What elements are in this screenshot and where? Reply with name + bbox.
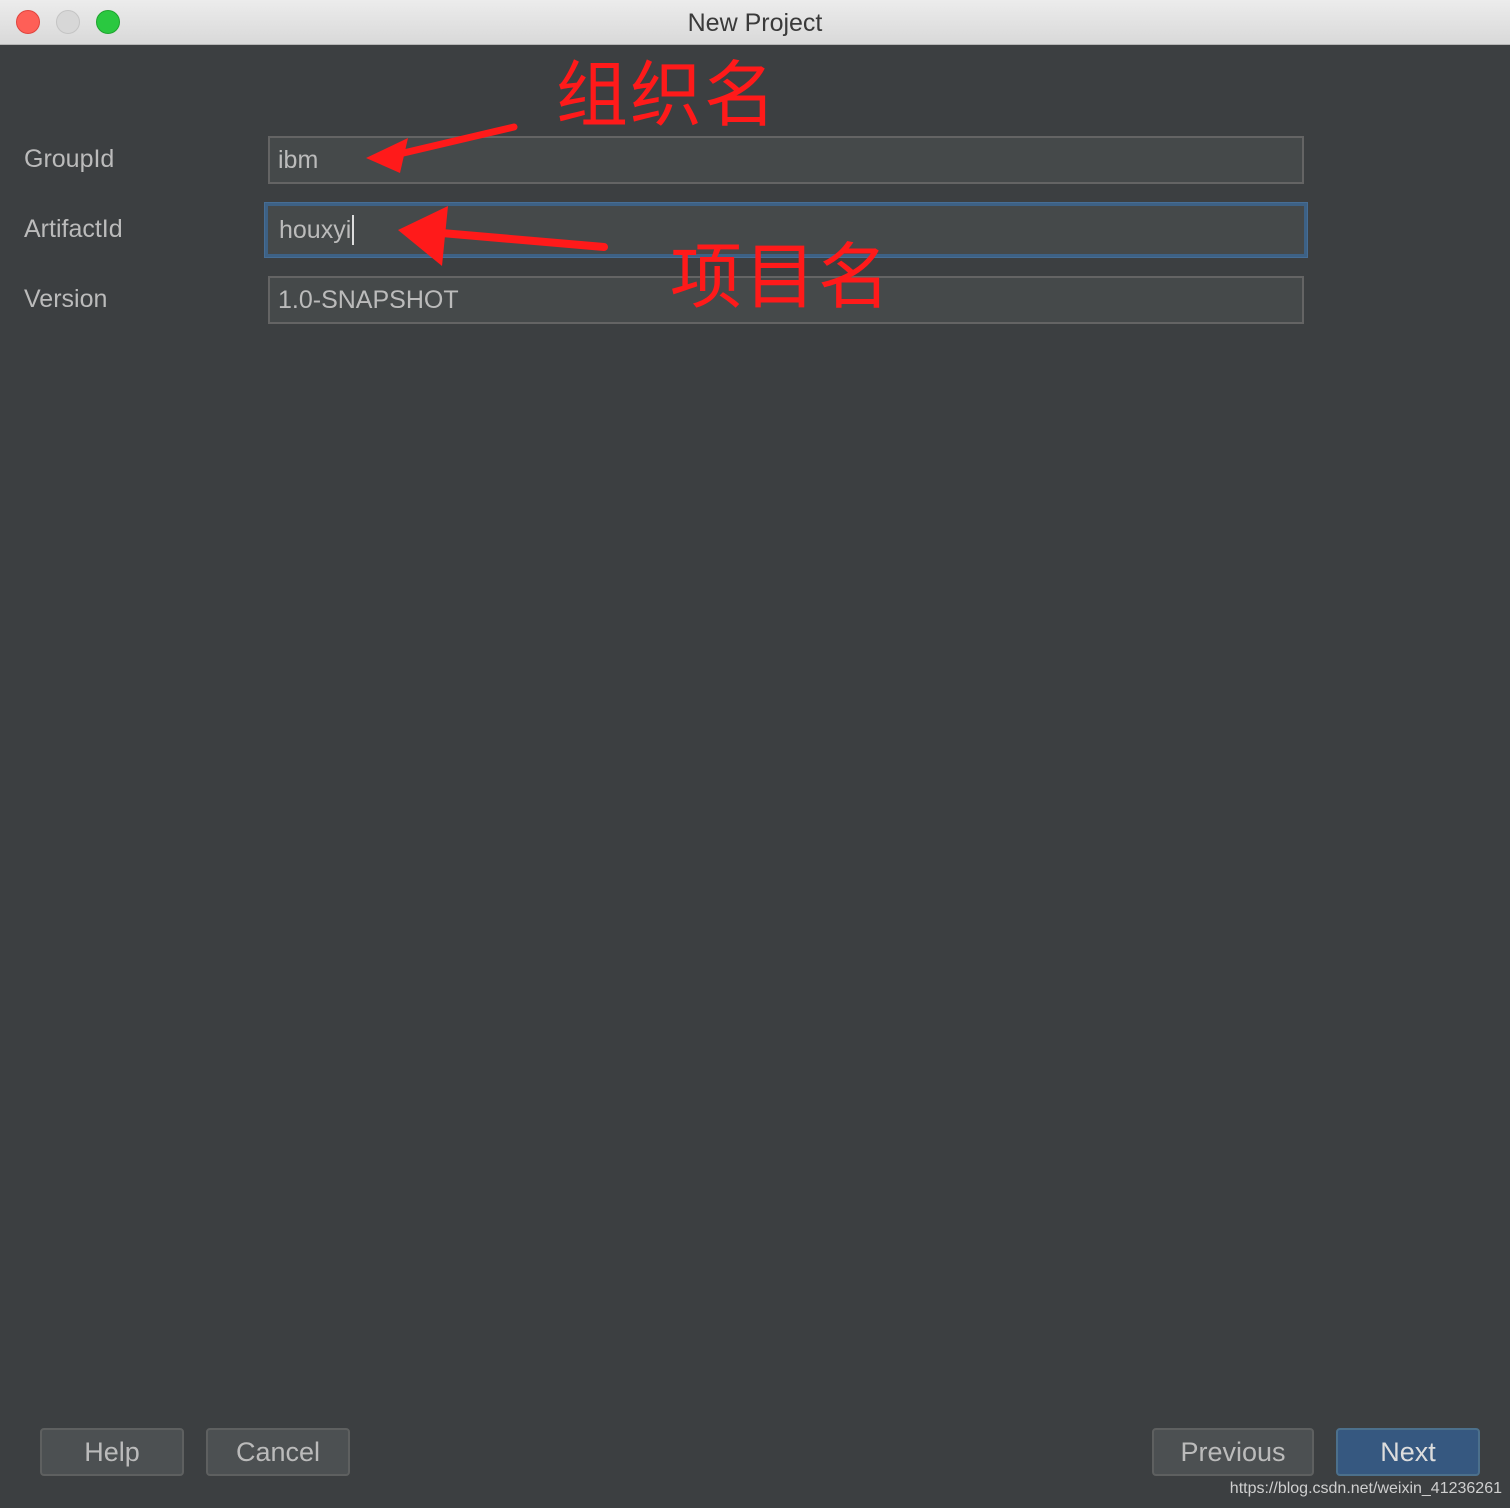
- group-annotation-arrow: [366, 123, 518, 173]
- cancel-button[interactable]: Cancel: [206, 1428, 350, 1476]
- help-button[interactable]: Help: [40, 1428, 184, 1476]
- new-project-dialog: New Project GroupId ibm ArtifactId houxy…: [0, 0, 1510, 1508]
- annotation-arrows: [366, 123, 608, 266]
- watermark-text: https://blog.csdn.net/weixin_41236261: [1229, 1480, 1502, 1497]
- previous-button[interactable]: Previous: [1152, 1428, 1314, 1476]
- next-button[interactable]: Next: [1336, 1428, 1480, 1476]
- artifact-annotation-arrow: [398, 206, 608, 266]
